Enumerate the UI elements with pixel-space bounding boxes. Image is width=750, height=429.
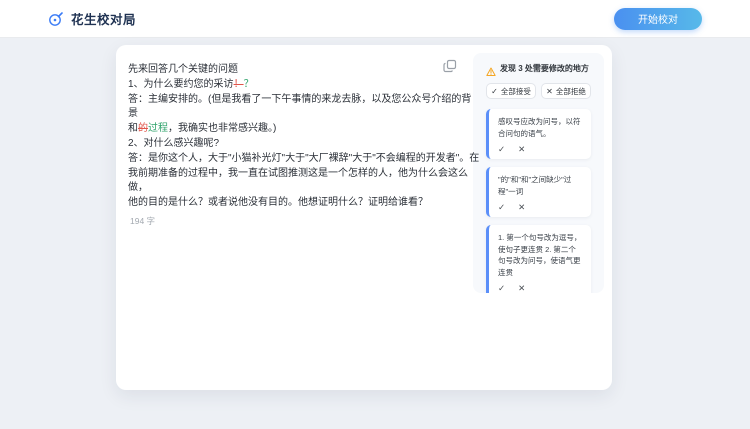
reject-suggestion-button[interactable]: ✕	[518, 283, 525, 293]
suggestion-card: 感叹号应改为问号，以符合问句的语气。 ✓ ✕	[486, 109, 591, 159]
suggestion-card: 1. 第一个句号改为逗号，使句子更连贯 2. 第二个句号改为问号，使语气更连贯 …	[486, 225, 591, 293]
suggestion-actions: ✓ ✕	[498, 283, 583, 293]
app-header: 花生校对局 开始校对	[0, 0, 750, 38]
accept-suggestion-button[interactable]: ✓	[498, 144, 505, 154]
suggestion-text: 1. 第一个句号改为逗号，使句子更连贯 2. 第二个句号改为问号，使语气更连贯	[498, 233, 582, 277]
warning-icon	[486, 64, 496, 76]
text-segment: ，我确实也非常感兴趣。) 2、对什么感兴趣呢? 答：是你这个人，大于"小猫补光灯…	[128, 123, 480, 209]
document-text-area[interactable]: 先来回答几个关键的问题 1、为什么要约您的采访！？ 答：主编安排的。(但是我看了…	[124, 53, 479, 382]
suggestion-text: 感叹号应改为问号，以符合问句的语气。	[498, 117, 581, 138]
accept-all-button[interactable]: ✓ 全部接受	[486, 83, 536, 99]
deleted-text[interactable]: ！	[234, 79, 244, 90]
accept-suggestion-button[interactable]: ✓	[498, 202, 505, 212]
document-card: 先来回答几个关键的问题 1、为什么要约您的采访！？ 答：主编安排的。(但是我看了…	[116, 45, 612, 390]
suggestions-panel: 发现 3 处需要修改的地方 ✓ 全部接受 ✕ 全部拒绝 感叹号应改为问号，以符合…	[473, 53, 604, 293]
added-text[interactable]: ？	[244, 79, 254, 90]
app-title: 花生校对局	[71, 13, 137, 27]
accept-all-label: 全部接受	[500, 86, 531, 96]
text-segment: 先来回答几个关键的问题 1、为什么要约您的采访	[128, 64, 238, 90]
suggestion-actions: ✓ ✕	[498, 202, 583, 212]
cross-icon: ✕	[546, 86, 553, 96]
check-icon: ✓	[491, 86, 498, 96]
word-count: 194 字	[130, 215, 156, 226]
brand: 花生校对局	[48, 9, 136, 28]
reject-suggestion-button[interactable]: ✕	[518, 144, 525, 154]
reject-all-label: 全部拒绝	[555, 86, 586, 96]
reject-suggestion-button[interactable]: ✕	[518, 202, 525, 212]
suggestion-actions: ✓ ✕	[498, 144, 583, 154]
deleted-text[interactable]: 的	[138, 123, 148, 134]
bulk-actions: ✓ 全部接受 ✕ 全部拒绝	[486, 83, 591, 99]
suggestion-card: "的"和"和"之间缺少"过程"一词 ✓ ✕	[486, 167, 591, 217]
suggestions-header-text: 发现 3 处需要修改的地方	[500, 64, 589, 73]
app-logo-icon	[48, 11, 64, 27]
accept-suggestion-button[interactable]: ✓	[498, 283, 505, 293]
added-text[interactable]: 过程	[148, 123, 168, 134]
start-proofread-button[interactable]: 开始校对	[614, 7, 702, 30]
suggestions-header: 发现 3 处需要修改的地方	[486, 63, 591, 76]
document-text: 先来回答几个关键的问题 1、为什么要约您的采访！？ 答：主编安排的。(但是我看了…	[128, 63, 480, 211]
reject-all-button[interactable]: ✕ 全部拒绝	[541, 83, 591, 99]
copy-icon[interactable]	[443, 59, 457, 73]
suggestion-text: "的"和"和"之间缺少"过程"一词	[498, 175, 572, 196]
